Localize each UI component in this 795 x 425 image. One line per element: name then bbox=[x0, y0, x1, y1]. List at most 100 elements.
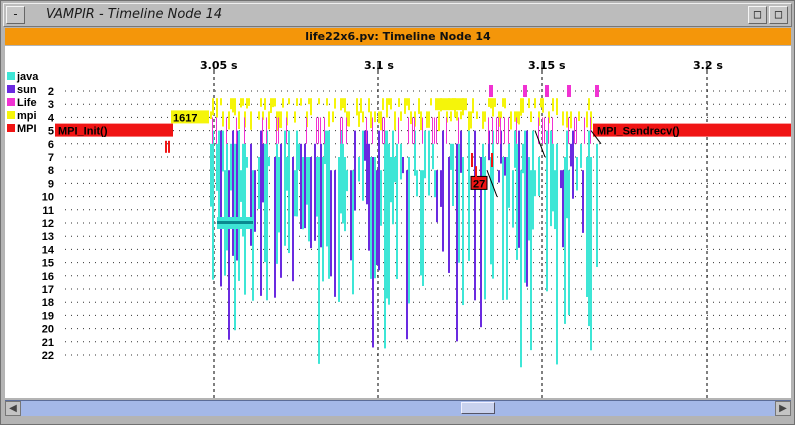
mpi-mark bbox=[491, 153, 493, 167]
life-segment bbox=[432, 117, 433, 144]
mpi-segment bbox=[222, 111, 224, 127]
sun-segment bbox=[442, 130, 444, 252]
mpi-segment bbox=[282, 98, 284, 108]
java-segment bbox=[462, 157, 464, 306]
java-segment bbox=[374, 157, 376, 279]
row-label-7: 7 bbox=[48, 152, 54, 164]
window-menu-button[interactable]: - bbox=[6, 6, 25, 24]
life-segment bbox=[306, 117, 307, 144]
mpi-segment bbox=[530, 111, 532, 123]
mpi-segment bbox=[310, 98, 312, 116]
mpi-segment bbox=[394, 111, 396, 131]
java-segment bbox=[370, 157, 372, 279]
sun-segment bbox=[440, 170, 442, 207]
row-label-15: 15 bbox=[42, 258, 54, 270]
java-segment bbox=[468, 130, 470, 261]
mpi-segment bbox=[586, 111, 588, 128]
mpi-segment bbox=[570, 111, 572, 129]
life-segment bbox=[446, 117, 447, 144]
mpi-segment bbox=[382, 98, 384, 110]
life-segment bbox=[500, 117, 501, 144]
minimize-button[interactable]: □ bbox=[748, 6, 767, 24]
java-segment bbox=[420, 170, 422, 276]
sun-segment bbox=[250, 143, 252, 246]
mpi-segment bbox=[234, 98, 236, 116]
java-segment bbox=[514, 130, 516, 168]
mpi-segment bbox=[288, 98, 290, 105]
java-segment bbox=[230, 143, 232, 191]
java-segment bbox=[222, 130, 224, 172]
mpi-segment bbox=[472, 98, 474, 114]
maximize-button[interactable]: □ bbox=[769, 6, 788, 24]
sun-segment bbox=[406, 170, 408, 340]
java-segment bbox=[362, 130, 364, 201]
mpi-segment bbox=[300, 98, 302, 106]
legend-label-life: Life bbox=[17, 97, 37, 109]
row-label-10: 10 bbox=[42, 192, 54, 204]
mpi-segment bbox=[408, 98, 410, 111]
life-segment bbox=[372, 117, 373, 144]
timeline-canvas[interactable]: 3.05 s 3.1 s 3.15 s 3.2 s java sun Life mpi MPI 2… bbox=[5, 46, 791, 398]
java-segment bbox=[258, 157, 260, 209]
legend-swatch-mpi bbox=[7, 111, 15, 119]
sun-segment bbox=[498, 170, 500, 183]
life-segment bbox=[542, 117, 543, 144]
life-segment bbox=[436, 117, 437, 144]
mpi-segment bbox=[420, 111, 422, 131]
mpi-segment bbox=[260, 98, 262, 107]
timeline-chart[interactable]: 3.05 s 3.1 s 3.15 s 3.2 s javasunLifempiMPI 2… bbox=[5, 46, 791, 398]
legend-swatch-life bbox=[7, 98, 15, 106]
life-segment bbox=[498, 117, 499, 144]
sun-segment bbox=[260, 130, 262, 296]
sun-segment bbox=[518, 130, 520, 248]
sun-segment bbox=[364, 130, 366, 161]
mpi-segment bbox=[272, 98, 274, 108]
row-label-3: 3 bbox=[48, 99, 54, 111]
sun-segment bbox=[436, 170, 438, 223]
sun-segment bbox=[570, 143, 572, 167]
scroll-thumb[interactable] bbox=[461, 402, 495, 414]
row-label-19: 19 bbox=[42, 310, 54, 322]
java-segment bbox=[302, 157, 304, 230]
mpi-segment bbox=[514, 111, 516, 122]
title-bar[interactable]: - VAMPIR - Timeline Node 14 □ □ bbox=[3, 3, 792, 27]
sun-segment bbox=[300, 143, 302, 229]
timeline-header: life22x6.pv: Timeline Node 14 bbox=[5, 28, 791, 45]
mpi-segment bbox=[390, 98, 392, 110]
row-label-18: 18 bbox=[42, 297, 54, 309]
java-segment bbox=[556, 143, 558, 365]
mpi-segment bbox=[356, 98, 358, 116]
life-marker bbox=[523, 85, 527, 97]
row-label-13: 13 bbox=[42, 231, 54, 243]
java-segment bbox=[432, 143, 434, 170]
mpi-segment bbox=[504, 98, 506, 109]
mpi-segment bbox=[212, 98, 214, 116]
java-segment bbox=[308, 157, 310, 242]
life-segment bbox=[342, 117, 343, 144]
scroll-left-button[interactable]: ◀ bbox=[5, 401, 21, 416]
mpi-segment bbox=[280, 111, 282, 128]
sun-segment bbox=[572, 130, 574, 199]
mpi-segment bbox=[438, 111, 440, 132]
mpi-segment bbox=[238, 111, 240, 130]
mpi-segment bbox=[242, 98, 244, 106]
java-segment bbox=[306, 157, 308, 205]
mpi-segment bbox=[296, 98, 298, 106]
scroll-right-button[interactable]: ▶ bbox=[775, 401, 791, 416]
mpi-segment bbox=[490, 98, 492, 109]
mpi-segment bbox=[246, 98, 248, 109]
java-segment bbox=[288, 130, 290, 254]
sun-segment bbox=[456, 143, 458, 342]
legend-swatch-mpi bbox=[7, 124, 15, 132]
mpi-segment bbox=[216, 98, 218, 118]
mpi-segment bbox=[484, 111, 486, 122]
sun-segment bbox=[232, 130, 234, 256]
sun-segment bbox=[376, 170, 378, 266]
mpi-segment bbox=[482, 111, 484, 129]
java-segment bbox=[286, 157, 288, 191]
life-segment bbox=[544, 117, 545, 144]
horizontal-scrollbar[interactable]: ◀ ▶ bbox=[5, 400, 791, 416]
mpi-segment bbox=[274, 98, 276, 107]
sun-segment bbox=[378, 130, 380, 271]
java-segment bbox=[528, 157, 530, 241]
